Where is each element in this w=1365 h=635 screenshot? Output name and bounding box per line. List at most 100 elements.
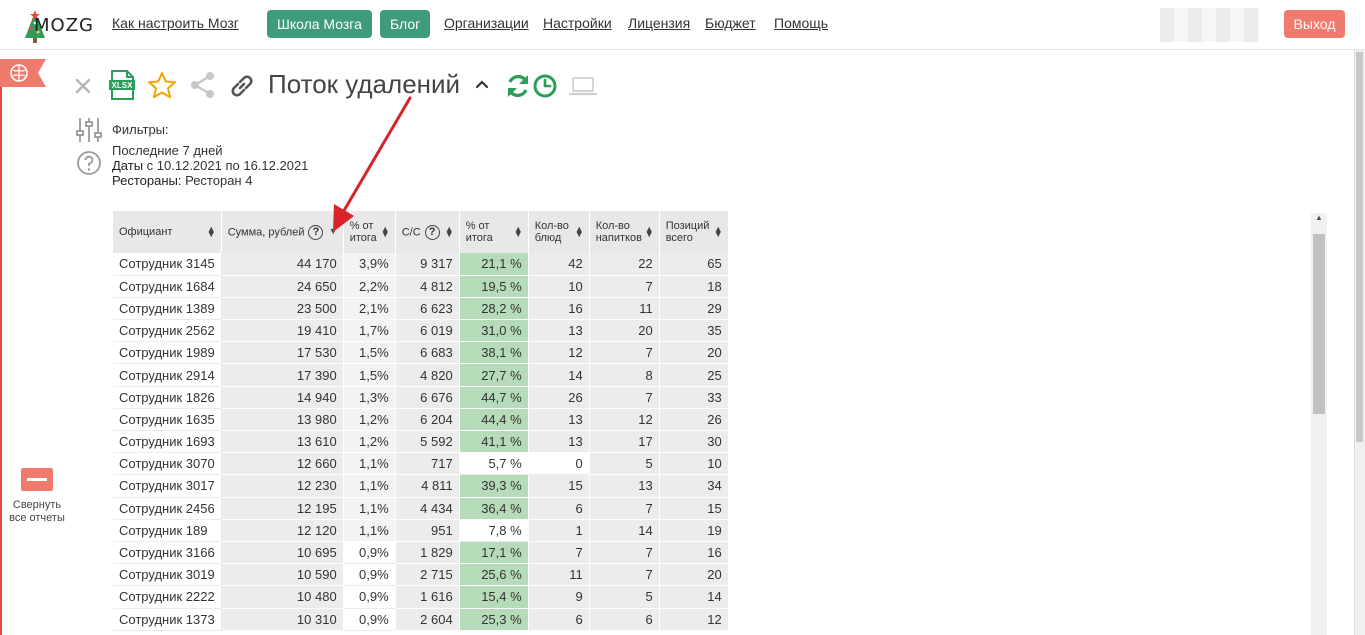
table-row[interactable]: Сотрудник 3070 12 660 1,1% 717 5,7 % 0 5 10	[113, 452, 729, 476]
cell-sum-pct: 1,5%	[343, 341, 396, 365]
table-row[interactable]: Сотрудник 3019 10 590 0,9% 2 715 25,6 % 11 7 20	[113, 563, 729, 587]
laptop-icon[interactable]	[568, 76, 598, 96]
nav-link-budget[interactable]: Бюджет	[705, 15, 756, 31]
cell-cost: 4 434	[395, 497, 460, 520]
cell-dishes: 42	[528, 253, 590, 276]
help-question-icon[interactable]: ?	[424, 224, 440, 240]
scroll-up-arrow-icon[interactable]: ▲	[1315, 213, 1323, 222]
collapse-all-icon[interactable]	[21, 468, 53, 491]
table-row[interactable]: Сотрудник 1693 13 610 1,2% 5 592 41,1 % 13 17 3…	[113, 430, 729, 454]
sort-icon[interactable]: ▲ ▼	[714, 225, 723, 239]
top-navigation: MOZG Как настроить Мозг Школа Мозга Блог…	[0, 0, 1365, 50]
user-account-blurred[interactable]	[1160, 8, 1259, 42]
cell-total: 19	[659, 519, 729, 542]
col-header-label: Кол-во блюд	[534, 220, 569, 244]
nav-link-help[interactable]: Помощь	[774, 15, 828, 31]
cell-waiter: Сотрудник 2456	[113, 497, 222, 520]
cell-sum-pct: 1,1%	[343, 474, 396, 498]
help-question-icon[interactable]	[75, 150, 103, 178]
cell-cost: 6 204	[395, 408, 460, 432]
clock-schedule-icon[interactable]	[532, 73, 558, 99]
school-button[interactable]: Школа Мозга	[267, 10, 372, 38]
cell-total: 29	[659, 297, 729, 321]
cell-drinks: 13	[589, 474, 660, 498]
table-row[interactable]: Сотрудник 3145 44 170 3,9% 9 317 21,1 % 42 22 6…	[113, 253, 729, 276]
blog-button[interactable]: Блог	[380, 10, 431, 38]
cell-waiter: Сотрудник 2914	[113, 363, 222, 387]
table-row[interactable]: Сотрудник 2222 10 480 0,9% 1 616 15,4 % 9 5 14	[113, 585, 729, 609]
col-header-waiter[interactable]: Официант ▲ ▼	[113, 211, 222, 253]
sort-icon[interactable]: ▲ ▼	[445, 225, 454, 239]
cell-sum-pct: 1,1%	[343, 452, 396, 476]
table-row[interactable]: Сотрудник 1826 14 940 1,3% 6 676 44,7 % 26 7 33	[113, 386, 729, 409]
collapse-all-label[interactable]: Свернуть все отчеты	[4, 499, 70, 525]
link-icon[interactable]	[228, 72, 256, 100]
cell-total: 18	[659, 275, 729, 298]
nav-link-how-to-setup[interactable]: Как настроить Мозг	[112, 15, 239, 31]
cell-waiter: Сотрудник 1989	[113, 341, 222, 365]
cell-drinks: 6	[589, 608, 660, 631]
filter-period: Последние 7 дней	[112, 143, 223, 158]
cell-drinks: 7	[589, 497, 660, 520]
filters-sliders-icon[interactable]	[75, 116, 103, 144]
cell-drinks: 17	[589, 430, 660, 454]
cell-cost-pct: 39,3 %	[459, 474, 529, 498]
table-row[interactable]: Сотрудник 3017 12 230 1,1% 4 811 39,3 % 15 13 3…	[113, 474, 729, 498]
cell-waiter: Сотрудник 1389	[113, 297, 222, 321]
col-header-drinks[interactable]: Кол-во напитков ▲ ▼	[589, 211, 660, 253]
filter-restaurants-label: Рестораны:	[112, 173, 182, 188]
nav-link-organizations[interactable]: Организации	[444, 15, 529, 31]
table-row[interactable]: Сотрудник 2562 19 410 1,7% 6 019 31,0 % 13 20 3…	[113, 319, 729, 343]
cell-drinks: 11	[589, 297, 660, 321]
chevron-up-icon[interactable]	[474, 78, 490, 90]
sort-icon[interactable]: ▲ ▼	[514, 225, 523, 239]
table-row[interactable]: Сотрудник 1635 13 980 1,2% 6 204 44,4 % 13 12 2…	[113, 408, 729, 432]
cell-total: 30	[659, 430, 729, 454]
cell-dishes: 14	[528, 363, 590, 387]
col-header-total[interactable]: Позиций всего ▲ ▼	[659, 211, 729, 253]
brain-tab-icon[interactable]	[0, 59, 46, 87]
table-row[interactable]: Сотрудник 1373 10 310 0,9% 2 604 25,3 % 6 6 12	[113, 608, 729, 631]
logo[interactable]: MOZG	[20, 6, 96, 44]
table-row[interactable]: Сотрудник 1989 17 530 1,5% 6 683 38,1 % 12 7 20	[113, 341, 729, 365]
table-row[interactable]: Сотрудник 189 12 120 1,1% 951 7,8 % 1 14 19	[113, 519, 729, 542]
xlsx-export-icon[interactable]: XLSX	[108, 70, 136, 100]
nav-link-settings[interactable]: Настройки	[543, 15, 612, 31]
table-row[interactable]: Сотрудник 2914 17 390 1,5% 4 820 27,7 % 14 8 25	[113, 363, 729, 387]
sort-icon[interactable]: ▲ ▼	[207, 225, 216, 239]
table-scrollbar-thumb[interactable]	[1313, 234, 1325, 414]
close-icon[interactable]	[74, 77, 92, 95]
sort-icon[interactable]: ▲ ▼	[645, 225, 654, 239]
cell-dishes: 13	[528, 408, 590, 432]
cell-cost-pct: 44,4 %	[459, 408, 529, 432]
table-row[interactable]: Сотрудник 1389 23 500 2,1% 6 623 28,2 % 16 11 2…	[113, 297, 729, 321]
sort-icon[interactable]: ▲ ▼	[575, 225, 584, 239]
logout-button[interactable]: Выход	[1284, 10, 1345, 38]
cell-sum: 24 650	[221, 275, 344, 298]
cell-cost: 4 812	[395, 275, 460, 298]
cell-sum-pct: 0,9%	[343, 563, 396, 587]
page-scrollbar-thumb[interactable]	[1356, 52, 1363, 442]
nav-link-license[interactable]: Лицензия	[628, 15, 690, 31]
filters-label[interactable]: Фильтры:	[112, 122, 169, 137]
cell-cost: 6 683	[395, 341, 460, 365]
cell-waiter: Сотрудник 2222	[113, 585, 222, 609]
filter-dates: Даты с 10.12.2021 по 16.12.2021	[112, 158, 308, 173]
cell-drinks: 7	[589, 541, 660, 565]
col-header-dishes[interactable]: Кол-во блюд ▲ ▼	[528, 211, 590, 253]
share-icon[interactable]	[189, 71, 217, 99]
cell-sum: 12 195	[221, 497, 344, 520]
cell-waiter: Сотрудник 189	[113, 519, 222, 542]
col-header-cost-pct[interactable]: % от итога ▲ ▼	[459, 211, 529, 253]
star-favorite-icon[interactable]	[147, 71, 177, 99]
cell-cost: 717	[395, 452, 460, 476]
table-row[interactable]: Сотрудник 2456 12 195 1,1% 4 434 36,4 % 6 7 15	[113, 497, 729, 520]
cell-cost-pct: 21,1 %	[459, 253, 529, 276]
filter-restaurants: Рестораны: Ресторан 4	[112, 173, 252, 188]
table-row[interactable]: Сотрудник 3166 10 695 0,9% 1 829 17,1 % 7 7 16	[113, 541, 729, 565]
cell-waiter: Сотрудник 1684	[113, 275, 222, 298]
table-row[interactable]: Сотрудник 1684 24 650 2,2% 4 812 19,5 % 10 7 18	[113, 275, 729, 298]
cell-total: 33	[659, 386, 729, 409]
cell-cost-pct: 25,6 %	[459, 563, 529, 587]
refresh-icon[interactable]	[504, 72, 532, 100]
